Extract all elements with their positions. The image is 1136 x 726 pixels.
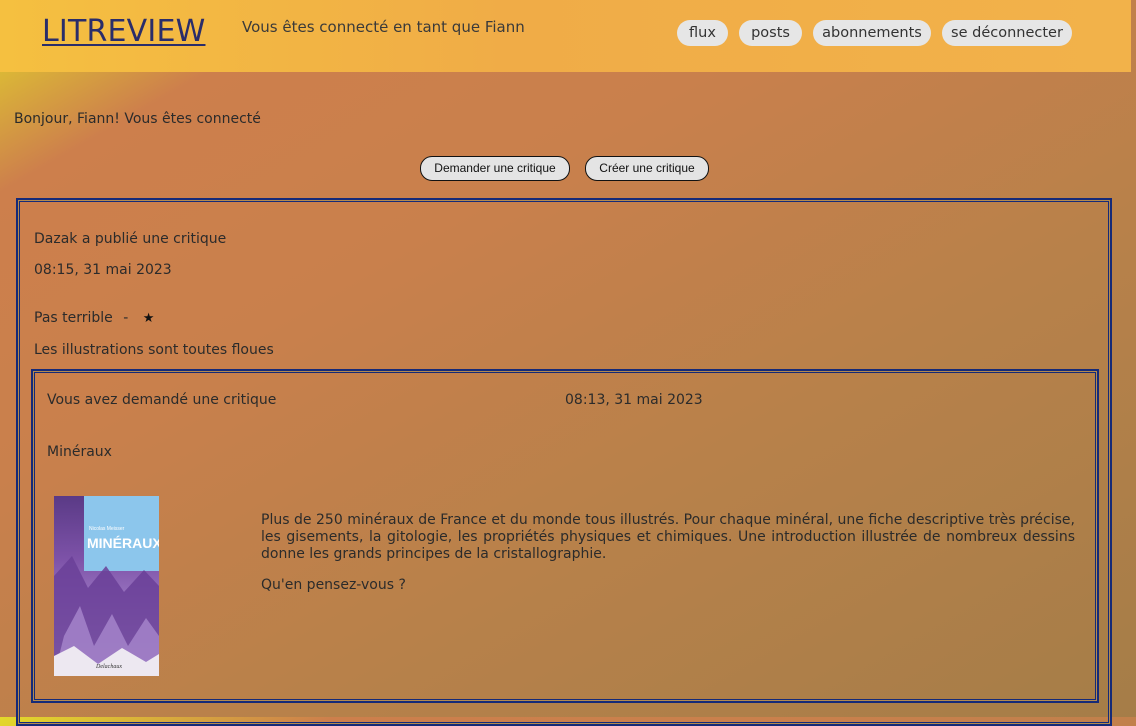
headline-separator: - [123, 310, 129, 326]
nav-logout-link[interactable]: se déconnecter [942, 20, 1072, 46]
rating-star-icon: ★ [142, 311, 155, 326]
site-logo[interactable]: LITREVIEW [42, 14, 205, 49]
review-author-line: Dazak a publié une critique [34, 231, 227, 247]
connected-user-text: Vous êtes connecté en tant que Fiann [242, 18, 525, 36]
nav-posts-link[interactable]: posts [739, 20, 802, 46]
book-description: Plus de 250 minéraux de France et du mon… [261, 512, 1075, 562]
request-review-button[interactable]: Demander une critique [420, 156, 570, 181]
review-headline: Pas terrible [34, 310, 113, 326]
ticket-author-line: Vous avez demandé une critique [47, 392, 277, 408]
ticket-title: Minéraux [47, 444, 112, 460]
cover-author-text: Nicolas Meisser [89, 526, 125, 532]
ticket-date: 08:13, 31 mai 2023 [565, 392, 703, 408]
cover-title-text: MINÉRAUX [87, 535, 159, 551]
book-cover-art: Nicolas Meisser MINÉRAUX Delachaux [54, 496, 159, 676]
create-review-button[interactable]: Créer une critique [585, 156, 709, 181]
cover-publisher-text: Delachaux [95, 664, 122, 670]
nav-abonnements-link[interactable]: abonnements [813, 20, 931, 46]
site-header: LITREVIEW Vous êtes connecté en tant que… [0, 0, 1131, 72]
nav-flux-link[interactable]: flux [677, 20, 728, 46]
review-body: Les illustrations sont toutes floues [34, 342, 274, 358]
review-question: Qu'en pensez-vous ? [261, 577, 406, 593]
review-date: 08:15, 31 mai 2023 [34, 262, 172, 278]
book-cover-image: Nicolas Meisser MINÉRAUX Delachaux [54, 496, 159, 676]
greeting-text: Bonjour, Fiann! Vous êtes connecté [14, 111, 261, 127]
review-headline-row: Pas terrible - ★ [34, 310, 154, 326]
